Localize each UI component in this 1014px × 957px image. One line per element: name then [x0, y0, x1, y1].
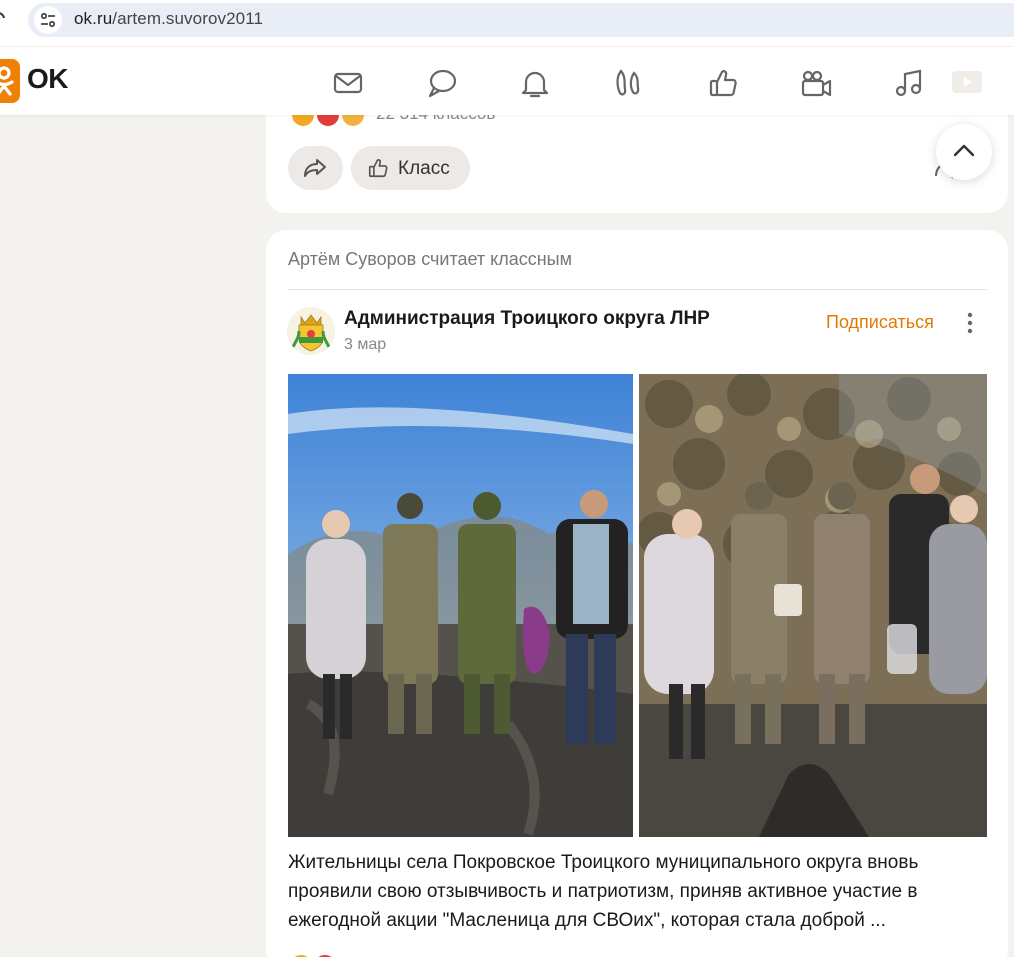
- klass-button[interactable]: Класс: [351, 146, 470, 190]
- like-icon[interactable]: [707, 67, 739, 99]
- site-info-icon[interactable]: [34, 6, 62, 34]
- heart-reaction-icon: [312, 953, 338, 957]
- reload-icon[interactable]: [0, 9, 6, 27]
- logo-text[interactable]: OK: [27, 63, 69, 95]
- url-path: /artem.suvorov2011: [112, 9, 264, 28]
- previous-post-card: 22 314 классов Класс: [266, 100, 1008, 213]
- bottom-reactions[interactable]: [288, 953, 338, 957]
- post-text[interactable]: Жительницы села Покровское Троицкого мун…: [288, 848, 988, 935]
- post-photo-1[interactable]: [288, 374, 633, 837]
- divider: [288, 289, 987, 290]
- guests-icon[interactable]: [612, 67, 644, 99]
- author-avatar[interactable]: [287, 307, 335, 355]
- chat-icon[interactable]: [426, 67, 458, 99]
- url-host: ok.ru: [74, 9, 113, 28]
- share-button[interactable]: [288, 146, 343, 190]
- mail-icon[interactable]: [332, 67, 364, 99]
- post-photo-2[interactable]: [639, 374, 987, 837]
- post-date[interactable]: 3 мар: [344, 336, 386, 354]
- subscribe-button[interactable]: Подписаться: [826, 312, 934, 333]
- music-icon[interactable]: [893, 67, 925, 99]
- scroll-to-top-button[interactable]: [936, 124, 992, 180]
- feed-post-card: Артём Суворов считает классным Администр…: [266, 230, 1008, 957]
- video-icon[interactable]: [800, 67, 832, 99]
- coat-of-arms-icon: [287, 307, 335, 355]
- browser-address-bar: ok.ru/artem.suvorov2011: [0, 0, 1014, 46]
- more-options-icon[interactable]: [960, 310, 980, 336]
- site-header: OK: [0, 47, 1014, 115]
- url-text[interactable]: ok.ru/artem.suvorov2011: [74, 9, 263, 29]
- bell-icon[interactable]: [519, 67, 551, 99]
- author-name[interactable]: Администрация Троицкого округа ЛНР: [344, 308, 710, 330]
- like-reaction-icon: [288, 953, 314, 957]
- liked-by-text[interactable]: Артём Суворов считает классным: [288, 249, 572, 270]
- play-icon[interactable]: [950, 67, 982, 99]
- ok-logo-icon[interactable]: [0, 59, 20, 103]
- klass-label: Класс: [398, 158, 450, 179]
